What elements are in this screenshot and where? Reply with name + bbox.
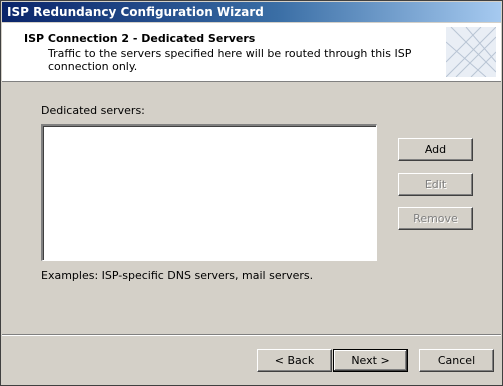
cancel-button-label: Cancel <box>437 354 476 367</box>
wizard-banner-icon <box>446 27 496 77</box>
cancel-button[interactable]: Cancel <box>419 349 494 372</box>
back-button-label: < Back <box>274 354 315 367</box>
edit-button-label: Edit <box>424 178 447 191</box>
dedicated-servers-list[interactable] <box>41 124 377 261</box>
add-button-label: Add <box>424 143 447 156</box>
window-title: ISP Redundancy Configuration Wizard <box>7 5 264 19</box>
page-title: ISP Connection 2 - Dedicated Servers <box>24 32 256 45</box>
next-button-label: Next > <box>351 354 390 367</box>
examples-hint: Examples: ISP-specific DNS servers, mail… <box>41 269 314 282</box>
page-subtitle: Traffic to the servers specified here wi… <box>48 47 412 73</box>
title-bar[interactable]: ISP Redundancy Configuration Wizard <box>2 2 501 22</box>
back-button[interactable]: < Back <box>257 349 332 372</box>
wizard-window: ISP Redundancy Configuration Wizard ISP … <box>0 0 503 386</box>
next-button[interactable]: Next > <box>333 349 408 372</box>
remove-button-label: Remove <box>413 212 458 225</box>
footer-separator <box>2 334 501 336</box>
wizard-header: ISP Connection 2 - Dedicated Servers Tra… <box>2 23 501 82</box>
dedicated-servers-label: Dedicated servers: <box>41 104 145 117</box>
remove-button[interactable]: Remove <box>398 207 473 230</box>
edit-button[interactable]: Edit <box>398 173 473 196</box>
add-button[interactable]: Add <box>398 138 473 161</box>
